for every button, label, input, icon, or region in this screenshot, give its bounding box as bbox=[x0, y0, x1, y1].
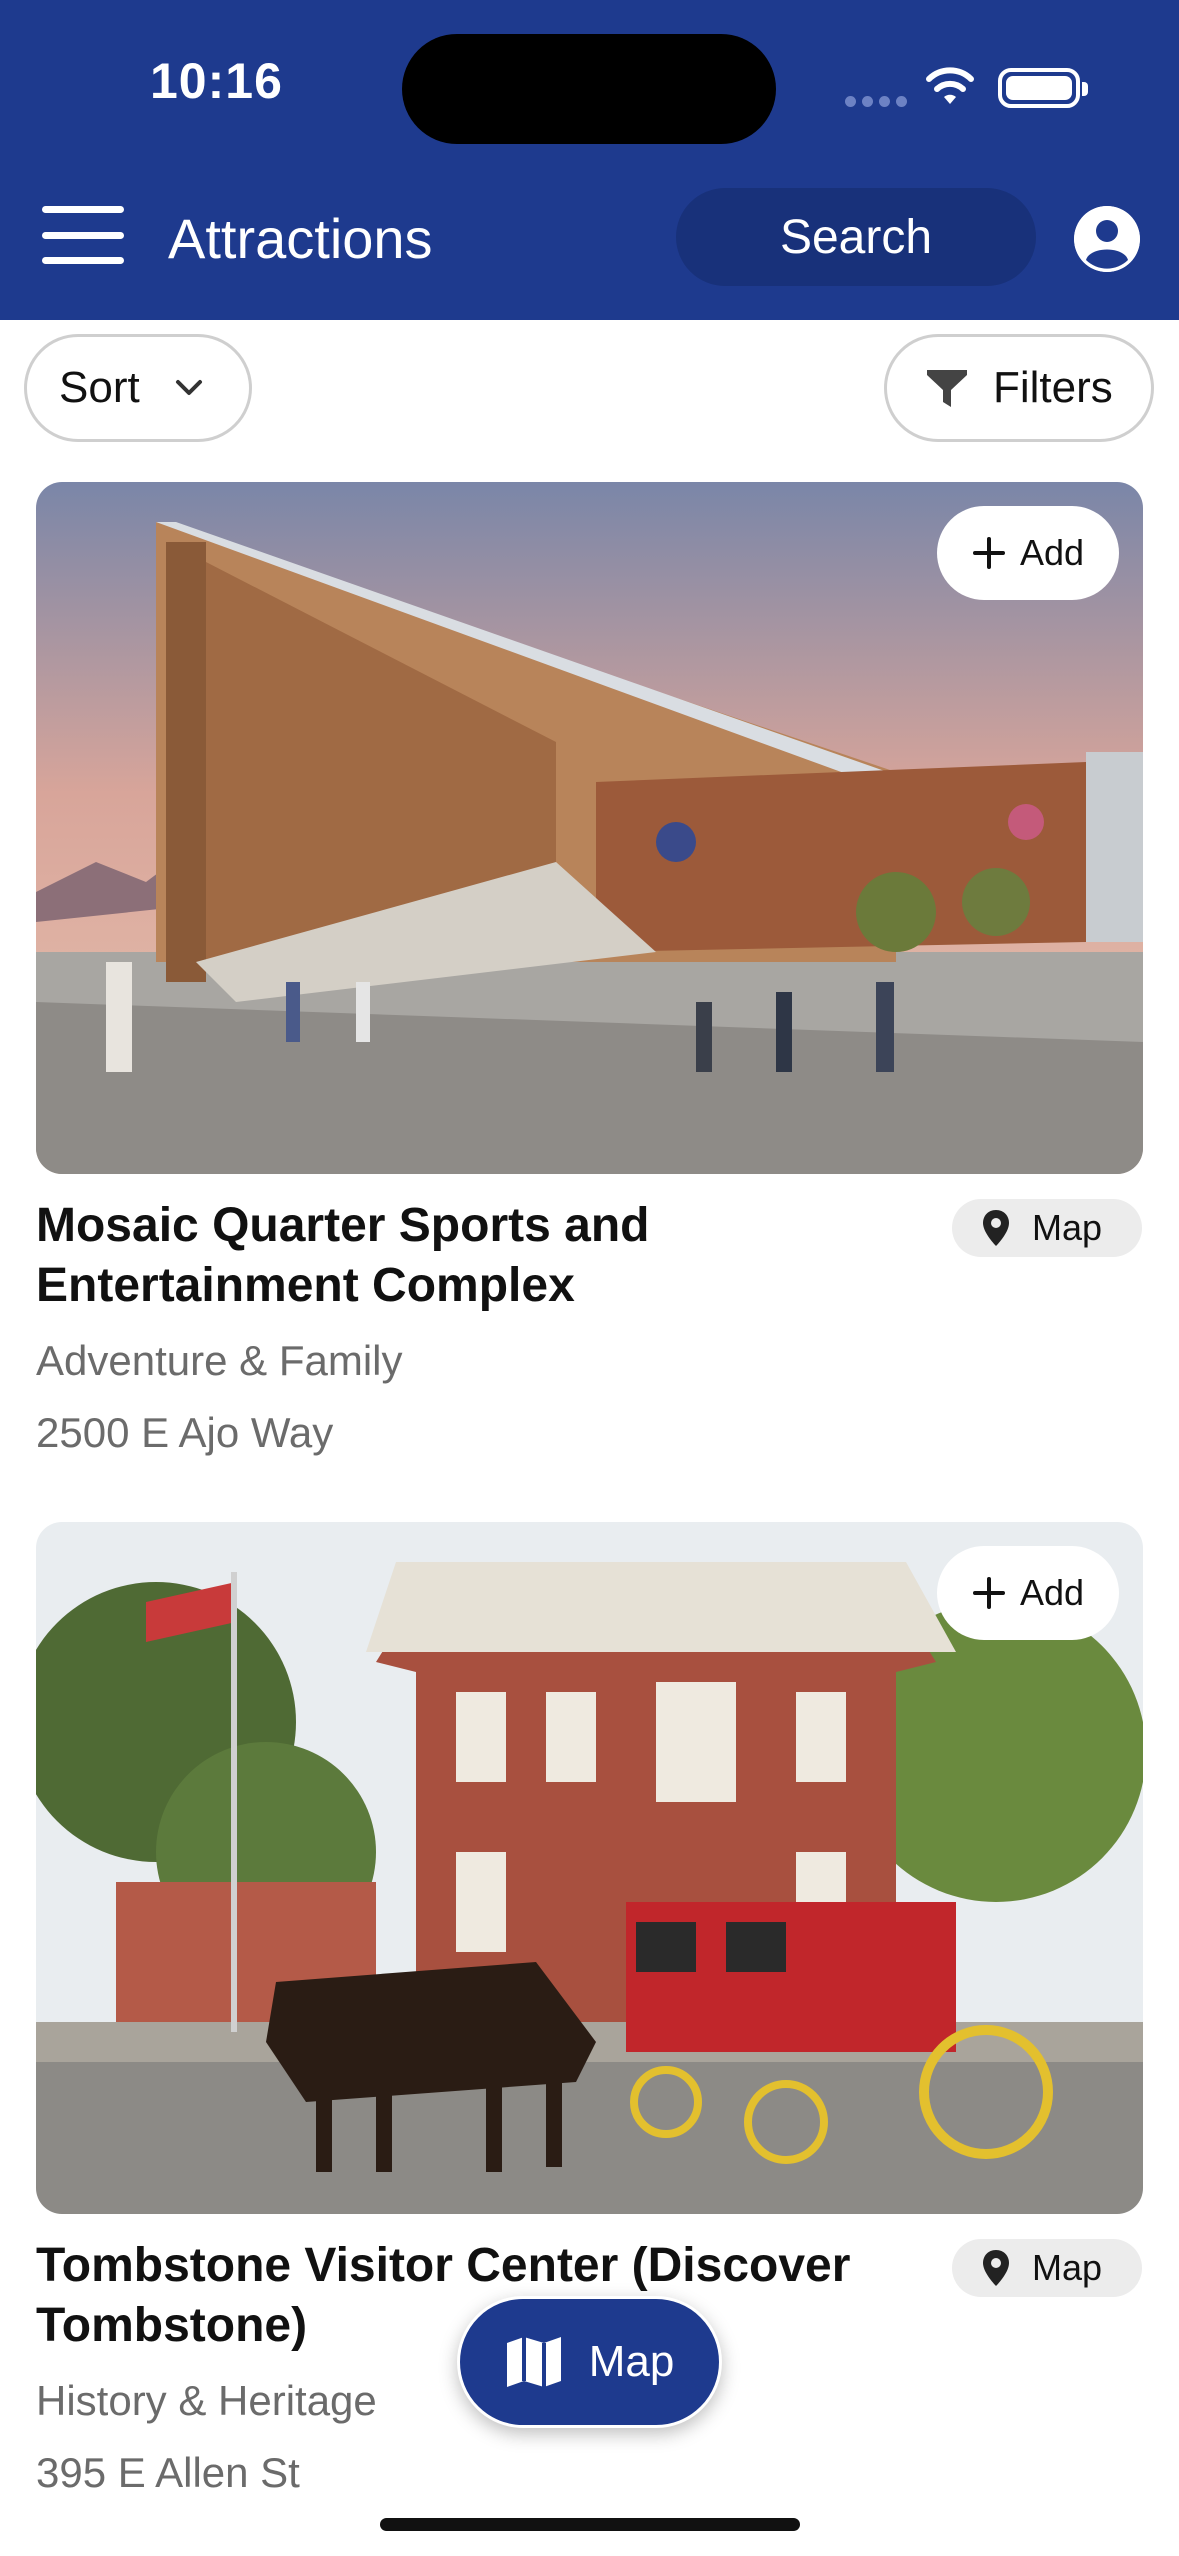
attraction-category: Adventure & Family bbox=[36, 1337, 403, 1384]
map-view-label: Map bbox=[588, 2337, 675, 2386]
filter-icon bbox=[927, 370, 967, 407]
plus-icon bbox=[972, 1577, 1005, 1609]
add-button[interactable]: Add bbox=[937, 506, 1119, 600]
attraction-title[interactable]: Mosaic Quarter Sports and Entertainment … bbox=[36, 1196, 936, 1316]
attraction-image-mosaic-quarter[interactable]: Add bbox=[36, 482, 1143, 1174]
map-link-label: Map bbox=[1032, 1207, 1103, 1248]
sort-button[interactable]: Sort bbox=[24, 334, 252, 442]
attraction-address: 2500 E Ajo Way bbox=[36, 1409, 334, 1456]
profile-icon[interactable] bbox=[1074, 206, 1140, 272]
map-link-label: Map bbox=[1032, 2247, 1103, 2288]
page-title: Attractions bbox=[168, 207, 433, 270]
search-button[interactable]: Search bbox=[676, 188, 1036, 286]
menu-icon[interactable] bbox=[42, 206, 124, 264]
app-header: 10:16 Attractions Search bbox=[0, 0, 1179, 320]
attraction-image-tombstone[interactable]: Add bbox=[36, 1522, 1143, 2214]
sort-label: Sort bbox=[59, 363, 140, 412]
map-view-button[interactable]: Map bbox=[457, 2296, 722, 2428]
location-pin-icon bbox=[983, 1210, 1009, 1246]
map-icon bbox=[506, 2337, 561, 2387]
status-time: 10:16 bbox=[150, 53, 283, 109]
wifi-icon bbox=[926, 67, 974, 104]
battery-icon bbox=[998, 68, 1088, 108]
dynamic-island bbox=[402, 34, 776, 144]
home-indicator bbox=[380, 2518, 800, 2531]
filters-label: Filters bbox=[993, 363, 1113, 412]
attraction-address: 395 E Allen St bbox=[36, 2449, 300, 2496]
map-link[interactable]: Map bbox=[952, 1199, 1142, 1257]
add-label: Add bbox=[1019, 1572, 1085, 1613]
add-button[interactable]: Add bbox=[937, 1546, 1119, 1640]
attraction-category: History & Heritage bbox=[36, 2377, 377, 2424]
filters-button[interactable]: Filters bbox=[884, 334, 1154, 442]
plus-icon bbox=[972, 537, 1005, 569]
map-link[interactable]: Map bbox=[952, 2239, 1142, 2297]
chevron-down-icon bbox=[175, 380, 202, 395]
location-pin-icon bbox=[983, 2250, 1009, 2286]
add-label: Add bbox=[1019, 532, 1085, 573]
cellular-signal-icon bbox=[845, 96, 907, 107]
